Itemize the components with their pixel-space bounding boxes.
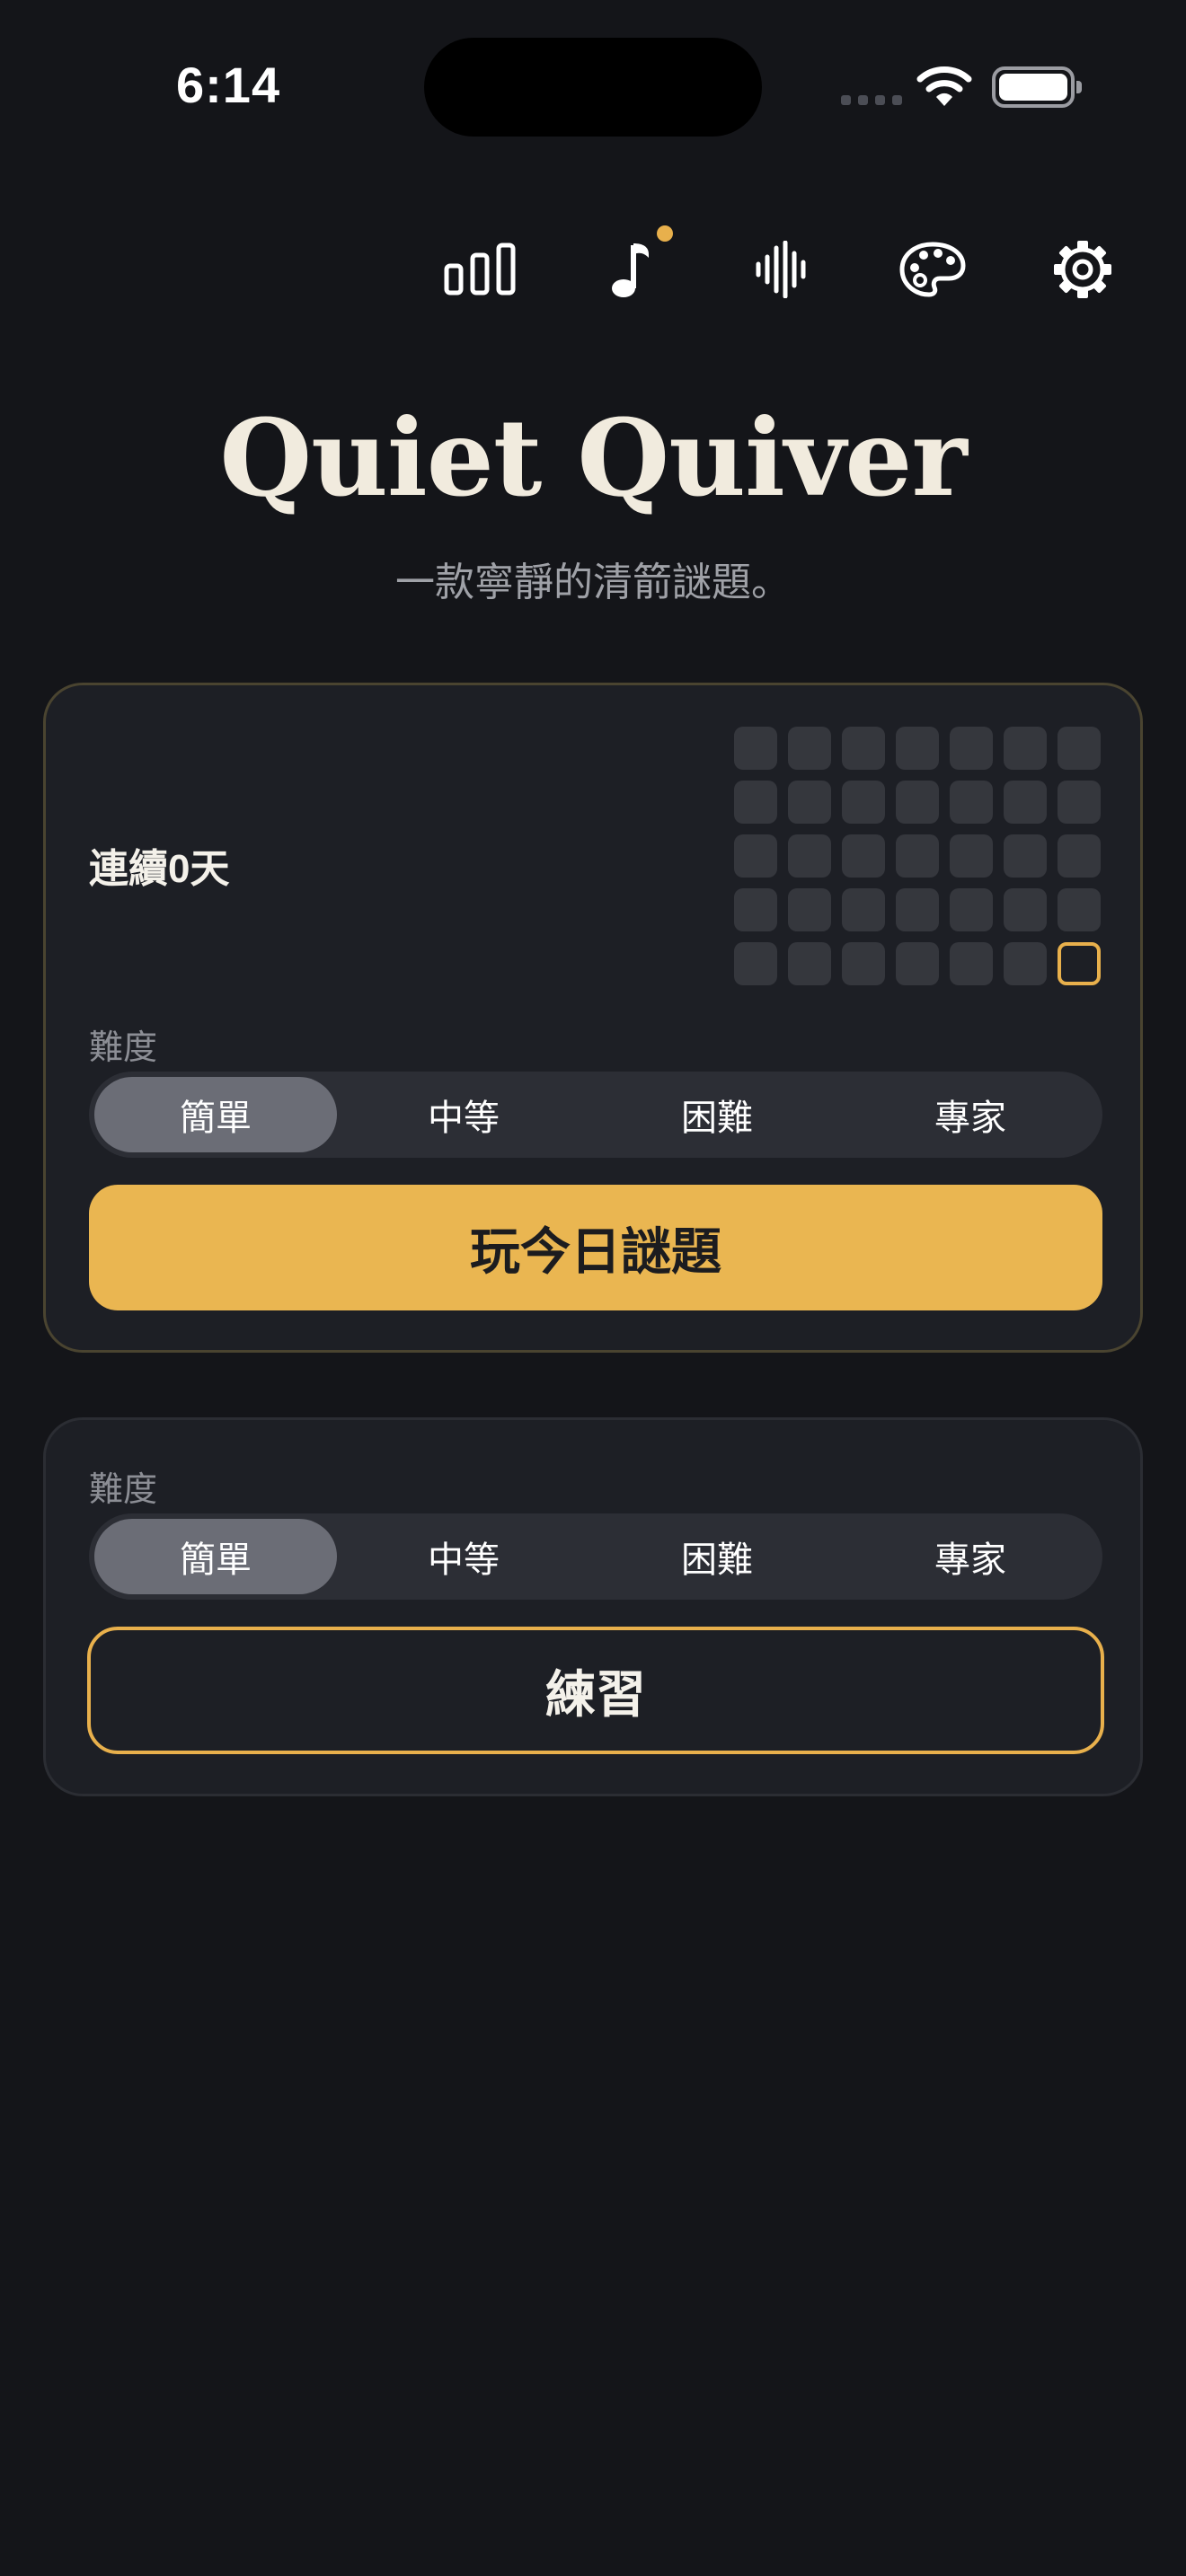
app-title: Quiet Quiver xyxy=(219,395,967,520)
difficulty-label: 難度 xyxy=(89,1471,158,1509)
streak-cell xyxy=(1058,781,1101,824)
streak-cell xyxy=(734,727,777,770)
streak-cell xyxy=(788,942,831,985)
practice-card: 難度 簡單 中等 困難 專家 練習 xyxy=(43,1417,1143,1796)
play-daily-button[interactable]: 玩今日謎題 xyxy=(89,1185,1102,1310)
streak-cell xyxy=(734,834,777,878)
difficulty-option-medium[interactable]: 中等 xyxy=(337,1077,590,1152)
streak-cell xyxy=(1058,834,1101,878)
streak-cell xyxy=(842,942,885,985)
streak-cell xyxy=(950,727,993,770)
palette-icon[interactable] xyxy=(888,225,978,314)
difficulty-option-easy[interactable]: 簡單 xyxy=(94,1077,337,1152)
streak-cell xyxy=(734,781,777,824)
app-subtitle: 一款寧靜的清箭謎題。 xyxy=(395,560,791,604)
sound-waveform-icon[interactable] xyxy=(737,225,827,314)
wifi-icon xyxy=(916,63,972,114)
streak-cell xyxy=(1004,888,1047,931)
streak-cell xyxy=(896,727,939,770)
cellular-signal-icon xyxy=(841,95,902,105)
difficulty-option-easy[interactable]: 簡單 xyxy=(94,1519,337,1594)
streak-cell xyxy=(788,888,831,931)
streak-cell xyxy=(788,834,831,878)
streak-cell xyxy=(1004,942,1047,985)
status-time: 6:14 xyxy=(176,57,281,113)
difficulty-option-medium[interactable]: 中等 xyxy=(337,1519,590,1594)
difficulty-selector: 簡單 中等 困難 專家 xyxy=(89,1513,1102,1600)
streak-cell xyxy=(896,781,939,824)
streak-cell xyxy=(950,781,993,824)
streak-cell xyxy=(734,942,777,985)
difficulty-option-expert[interactable]: 專家 xyxy=(844,1077,1097,1152)
difficulty-option-expert[interactable]: 專家 xyxy=(844,1519,1097,1594)
streak-cell xyxy=(1058,888,1101,931)
streak-cell xyxy=(1004,834,1047,878)
streak-cell xyxy=(950,888,993,931)
streak-cell xyxy=(896,834,939,878)
stats-icon[interactable] xyxy=(435,225,525,314)
daily-puzzle-card: 連續0天 難度 簡單 中等 困難 專家 玩今日謎題 xyxy=(43,683,1143,1353)
streak-label: 連續0天 xyxy=(89,847,230,891)
difficulty-label: 難度 xyxy=(89,1029,158,1067)
streak-cell xyxy=(896,942,939,985)
streak-cell xyxy=(842,781,885,824)
streak-cell xyxy=(1004,781,1047,824)
streak-cell xyxy=(788,781,831,824)
gear-icon[interactable] xyxy=(1038,225,1128,314)
streak-cell xyxy=(896,888,939,931)
streak-cell xyxy=(950,834,993,878)
dynamic-island xyxy=(424,38,762,137)
difficulty-option-hard[interactable]: 困難 xyxy=(590,1077,844,1152)
difficulty-selector: 簡單 中等 困難 專家 xyxy=(89,1072,1102,1158)
streak-cell xyxy=(1058,727,1101,770)
battery-icon xyxy=(992,66,1082,108)
difficulty-option-hard[interactable]: 困難 xyxy=(590,1519,844,1594)
notification-dot xyxy=(657,225,673,242)
streak-calendar-grid xyxy=(734,727,1101,985)
practice-button[interactable]: 練習 xyxy=(87,1627,1104,1754)
streak-cell xyxy=(788,727,831,770)
streak-cell-today xyxy=(1058,942,1101,985)
streak-cell xyxy=(842,888,885,931)
streak-cell xyxy=(734,888,777,931)
streak-cell xyxy=(950,942,993,985)
streak-cell xyxy=(842,834,885,878)
streak-cell xyxy=(1004,727,1047,770)
streak-cell xyxy=(842,727,885,770)
